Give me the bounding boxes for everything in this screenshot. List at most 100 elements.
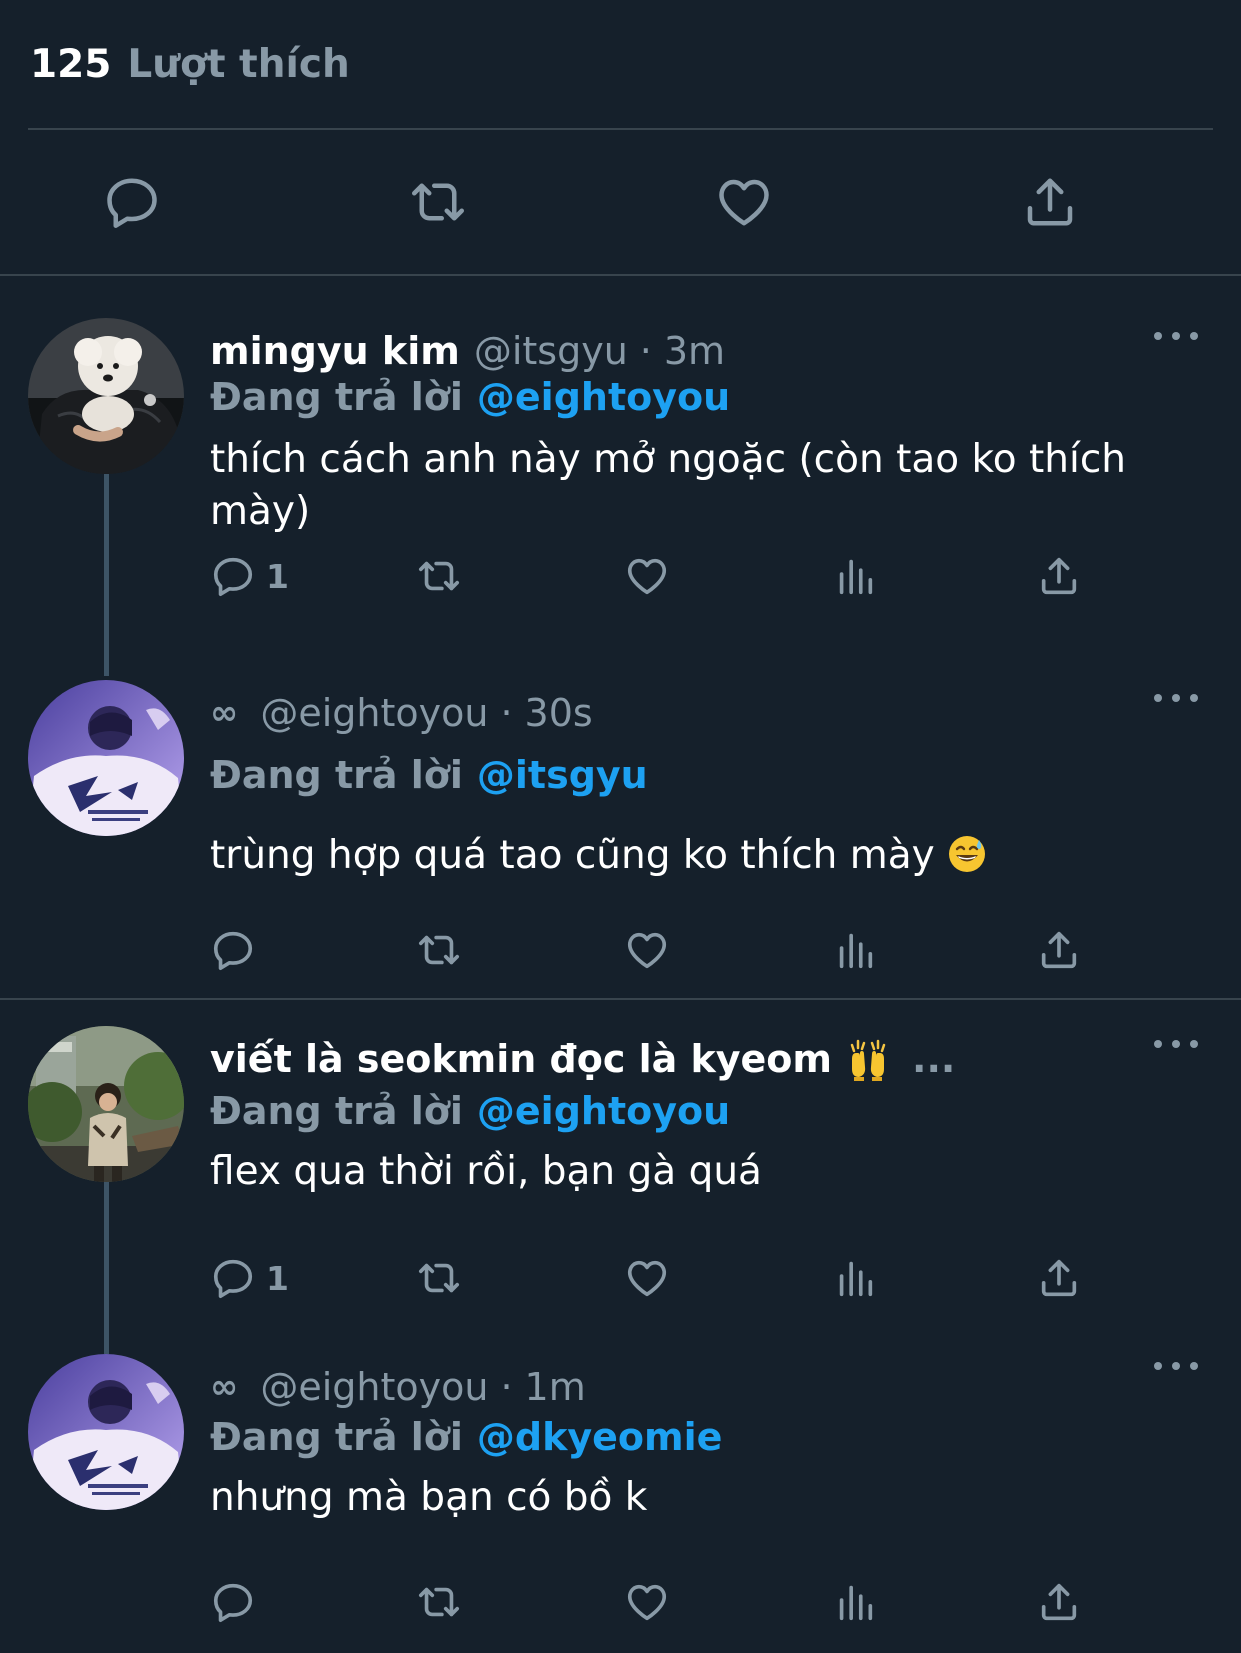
like-button[interactable] [708,166,780,238]
analytics-button[interactable] [832,1576,878,1628]
username[interactable]: @eightoyou [260,1365,488,1409]
tweet-text-row: trùng hợp quá tao cũng ko thích mày [210,830,1170,882]
reply-count: 1 [266,1258,289,1298]
main-tweet-actions [0,166,1241,238]
timestamp[interactable]: 1m [525,1365,586,1409]
analytics-icon [839,933,873,969]
replying-to-link[interactable]: @eightoyou [477,375,730,419]
replying-to-link[interactable]: @eightoyou [477,1089,730,1133]
retweet-icon [418,935,460,965]
retweet-icon [418,1263,460,1293]
timestamp[interactable]: 30s [525,691,593,735]
like-icon [627,558,667,595]
share-icon [1041,1259,1077,1297]
replying-to: Đang trả lời @eightoyou [210,1086,730,1136]
tweet-text: nhưng mà bạn có bồ k [210,1475,648,1520]
reply-tweet[interactable]: ∞ @eightoyou · 1m Đang trả lời @dkyeomie… [0,1354,1241,1653]
avatar[interactable] [28,1026,184,1182]
retweet-button[interactable] [416,924,462,976]
like-button[interactable] [624,1576,670,1628]
share-button[interactable] [1036,1576,1082,1628]
display-name[interactable]: mingyu kim [210,329,460,373]
avatar[interactable] [28,680,184,836]
username[interactable]: @eightoyou [260,691,488,735]
reply-tweet[interactable]: viết là seokmin đọc là kyeom ... Đang tr… [0,1026,1241,1354]
replying-to: Đang trả lời @dkyeomie [210,1412,722,1462]
retweet-icon [412,183,464,221]
replying-to-link[interactable]: @dkyeomie [477,1415,723,1459]
reply-button[interactable] [210,1576,256,1628]
tweet-actions [0,924,1241,976]
more-options-icon[interactable] [1154,1356,1198,1376]
more-options-icon[interactable] [1154,1034,1198,1054]
tweet-header: viết là seokmin đọc là kyeom ... [210,1032,955,1086]
reply-tweet[interactable]: ∞ @eightoyou · 30s Đang trả lời @itsgyu … [0,680,1241,980]
display-name[interactable]: viết là seokmin đọc là kyeom [210,1037,832,1081]
replying-to-label: Đang trả lời [210,375,463,419]
share-icon [1041,931,1077,969]
tweet-header: mingyu kim @itsgyu · 3m [210,324,725,378]
analytics-button[interactable] [832,924,878,976]
reply-icon [213,931,253,971]
like-button[interactable] [624,550,670,602]
replying-to-link[interactable]: @itsgyu [477,753,648,797]
more-options-icon[interactable] [1154,326,1198,346]
analytics-icon [839,1261,873,1297]
display-name[interactable]: ∞ [210,1367,238,1407]
analytics-icon [839,559,873,595]
reply-button[interactable]: 1 [210,1252,289,1304]
sweat-smile-emoji-icon [947,834,987,874]
analytics-button[interactable] [832,550,878,602]
replying-to-label: Đang trả lời [210,1415,463,1459]
avatar[interactable] [28,1354,184,1510]
retweet-icon [418,1587,460,1617]
share-button[interactable] [1036,550,1082,602]
replying-to: Đang trả lời @itsgyu [210,750,648,800]
analytics-icon [839,1585,873,1621]
retweet-button[interactable] [416,1576,462,1628]
reply-count: 1 [266,556,289,596]
retweet-button[interactable] [416,550,462,602]
retweet-button[interactable] [402,166,474,238]
more-options-icon[interactable] [1154,688,1198,708]
reply-button[interactable] [210,924,256,976]
tweet-text: trùng hợp quá tao cũng ko thích mày [210,833,935,878]
share-button[interactable] [1036,924,1082,976]
separator-dot: · [500,1365,513,1409]
reply-icon [107,178,157,228]
display-name[interactable]: ∞ [210,693,238,733]
analytics-button[interactable] [832,1252,878,1304]
divider [0,274,1241,276]
replying-to: Đang trả lời @eightoyou [210,372,730,422]
tweet-header: ∞ @eightoyou · 1m [210,1360,586,1414]
retweet-button[interactable] [416,1252,462,1304]
name-overflow: ... [912,1037,956,1081]
share-icon [1041,557,1077,595]
username[interactable]: @itsgyu [474,329,628,373]
separator-dot: · [639,329,652,373]
likes-label: Lượt thích [127,41,350,87]
tweet-text: flex qua thời rồi, bạn gà quá [210,1149,762,1194]
reply-button[interactable]: 1 [210,550,289,602]
timestamp[interactable]: 3m [664,329,725,373]
share-icon [1041,1583,1077,1621]
separator-dot: · [500,691,513,735]
reply-icon [213,1583,253,1623]
reply-button[interactable] [96,166,168,238]
raising-hands-emoji-icon [846,1037,890,1081]
share-button[interactable] [1014,166,1086,238]
likes-summary[interactable]: 125 Lượt thích [30,36,350,92]
avatar[interactable] [28,318,184,474]
divider [28,128,1213,130]
replying-to-label: Đang trả lời [210,753,463,797]
like-button[interactable] [624,924,670,976]
retweet-icon [418,561,460,591]
share-button[interactable] [1036,1252,1082,1304]
like-icon [719,179,769,226]
tweet-header: ∞ @eightoyou · 30s [210,686,593,740]
like-icon [627,1260,667,1297]
like-button[interactable] [624,1252,670,1304]
tweet-actions: 1 [0,550,1241,602]
like-icon [627,932,667,969]
reply-tweet[interactable]: mingyu kim @itsgyu · 3m Đang trả lời @ei… [0,318,1241,676]
